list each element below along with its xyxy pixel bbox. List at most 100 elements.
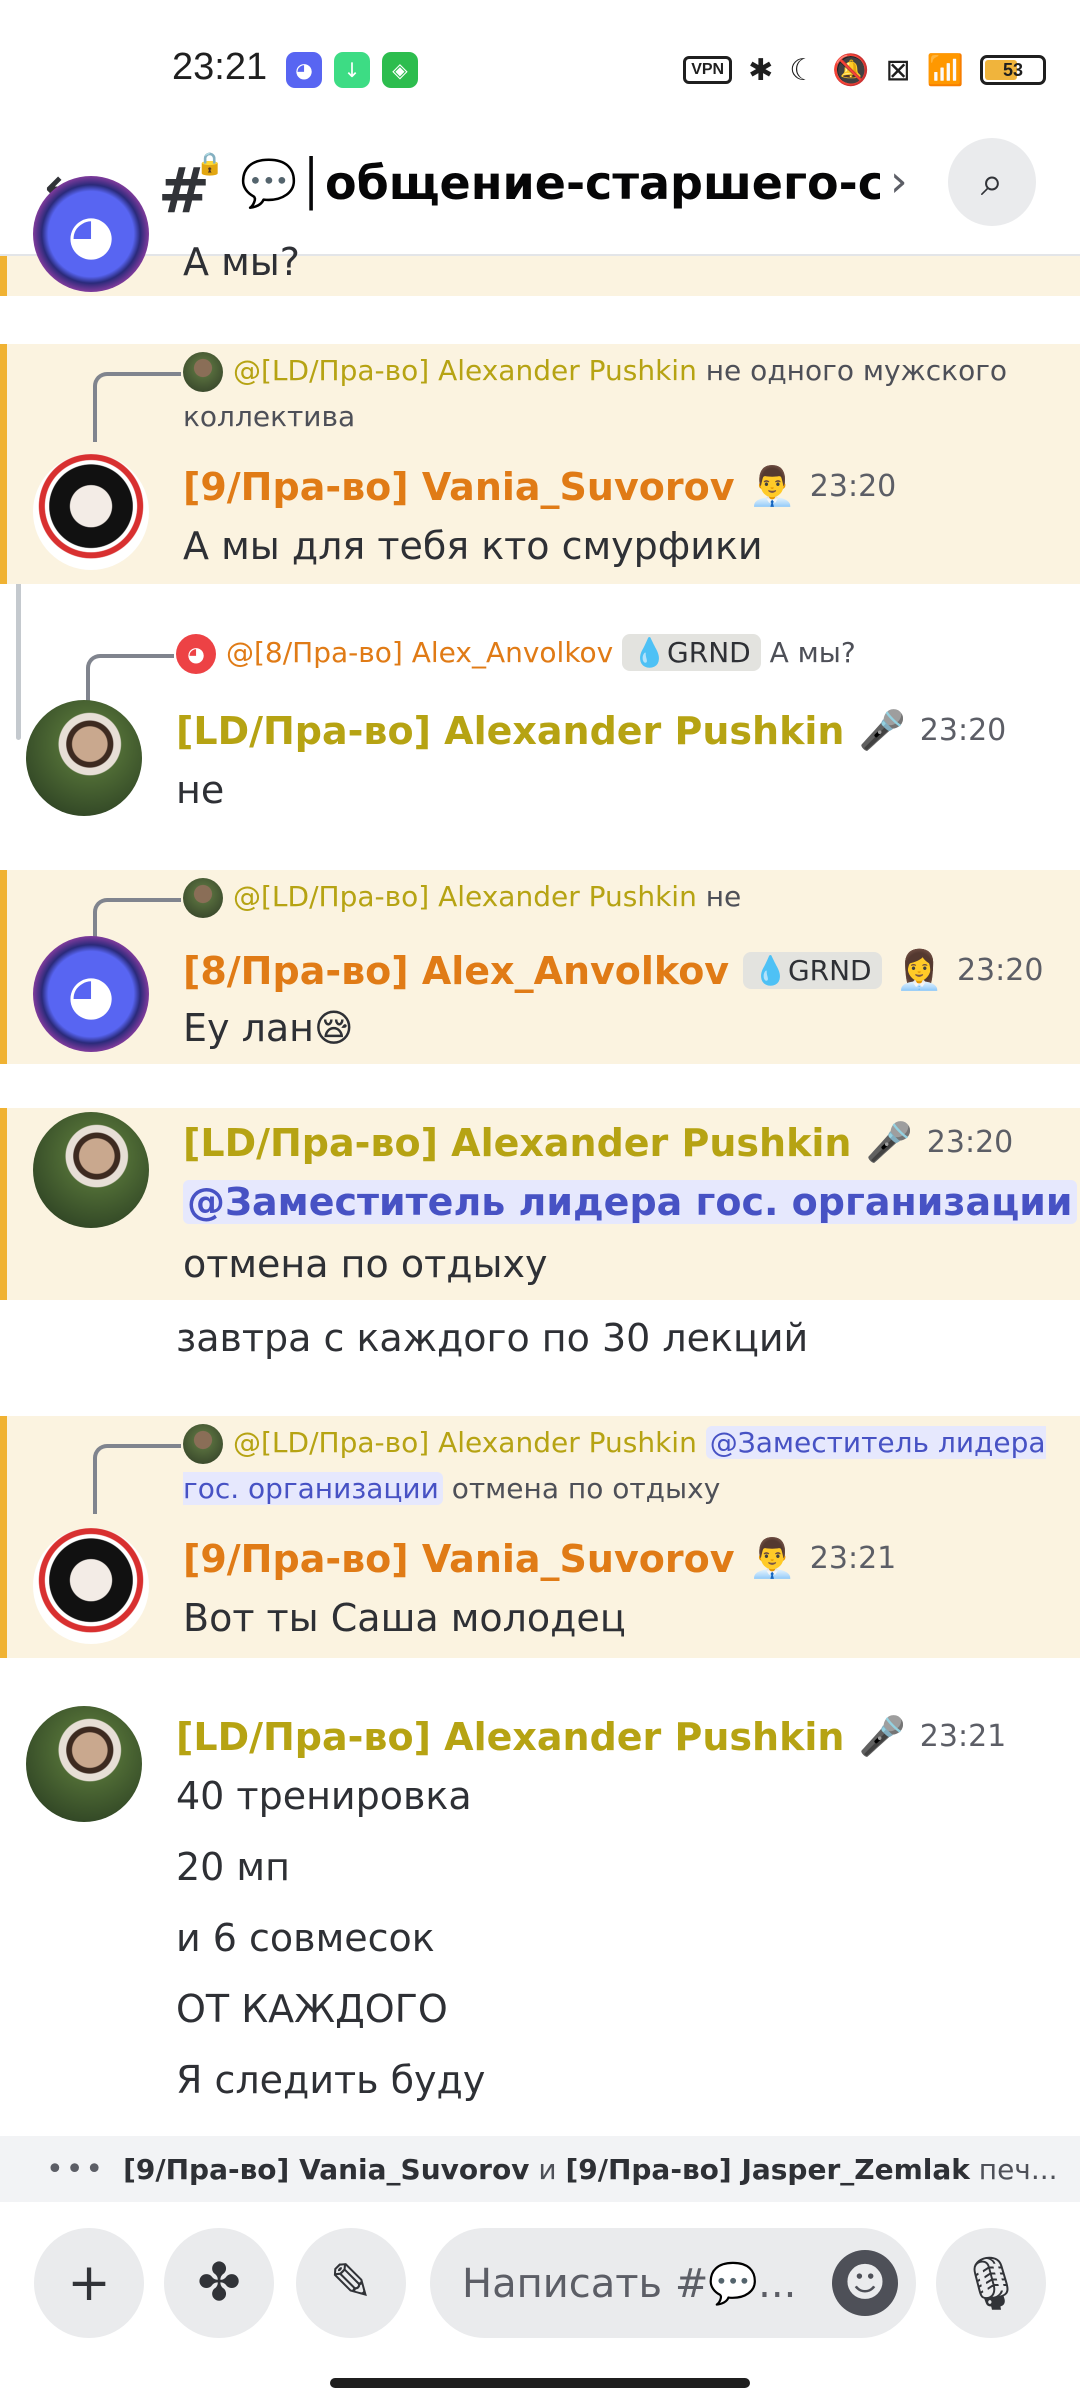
- author-line: [8/Пра-во] Alex_Anvolkov 💧GRND 👩‍💼 23:20: [183, 948, 1043, 993]
- message-content: Я следить буду: [176, 2058, 486, 2102]
- message-input[interactable]: Написать #💬... ☻: [430, 2228, 916, 2338]
- author-name[interactable]: [LD/Пра-во] Alexander Pushkin: [176, 1715, 844, 1759]
- message-content: А мы для тебя кто смурфики: [183, 524, 763, 568]
- reply-author: @[8/Пра-во] Alex_Anvolkov: [226, 636, 614, 669]
- voice-message-button[interactable]: 🎙: [936, 2228, 1046, 2338]
- reply-author: @[LD/Пра-во] Alexander Pushkin: [233, 1426, 697, 1459]
- author-name[interactable]: [9/Пра-во] Vania_Suvorov: [183, 1537, 734, 1581]
- search-icon: ⌕: [980, 159, 1004, 205]
- reply-avatar: [183, 352, 223, 392]
- message-input-placeholder: Написать #💬...: [462, 2260, 797, 2307]
- timestamp: 23:21: [809, 1541, 897, 1576]
- reply-text: А мы?: [769, 636, 856, 669]
- role-icon: 🎤: [858, 708, 906, 752]
- apps-button[interactable]: ✤: [164, 2228, 274, 2338]
- reply-preview[interactable]: @[LD/Пра-во] Alexander Pushkin не одного…: [183, 348, 1053, 440]
- typing-joiner: и: [538, 2152, 557, 2186]
- reply-text: не: [705, 880, 742, 913]
- reply-connector: [93, 1444, 181, 1514]
- author-line: [9/Пра-во] Vania_Suvorov 👨‍💼 23:20: [183, 464, 896, 509]
- message-partial[interactable]: ◕ А мы?: [0, 176, 1080, 296]
- message[interactable]: [LD/Пра-во] Alexander Pushkin 🎤 23:21 40…: [0, 1700, 1080, 2130]
- author-line: [LD/Пра-во] Alexander Pushkin 🎤 23:21: [176, 1714, 1006, 1759]
- role-icon: 👨‍💼: [748, 1536, 796, 1580]
- timestamp: 23:20: [956, 953, 1044, 988]
- microphone-icon: 🎙: [957, 2253, 1024, 2314]
- message[interactable]: ◕ @[8/Пра-во] Alex_Anvolkov 💧GRND А мы? […: [0, 628, 1080, 838]
- status-time: 23:21: [172, 46, 268, 88]
- chevron-right-icon[interactable]: ›: [890, 156, 908, 207]
- dnd-moon-icon: ☾: [789, 52, 817, 88]
- typing-dots-icon: •••: [46, 2151, 106, 2187]
- role-icon: 🎤: [858, 1714, 906, 1758]
- battery-icon: 53: [980, 55, 1046, 85]
- role-icon: 🎤: [865, 1120, 913, 1164]
- vpn-icon: VPN: [683, 56, 733, 84]
- bluetooth-icon: ✱: [748, 52, 774, 88]
- author-line: [9/Пра-во] Vania_Suvorov 👨‍💼 23:21: [183, 1536, 896, 1581]
- author-line: [LD/Пра-во] Alexander Pushkin 🎤 23:20: [183, 1120, 1013, 1165]
- message-content: 40 тренировка: [176, 1774, 472, 1818]
- message-content: не: [176, 768, 225, 812]
- message[interactable]: [LD/Пра-во] Alexander Pushkin 🎤 23:20 @З…: [0, 1108, 1080, 1300]
- reply-connector: [93, 372, 181, 442]
- grnd-tag: 💧GRND: [743, 952, 882, 989]
- typing-user: [9/Пра-во] Jasper_Zemlak: [565, 2152, 970, 2186]
- role-mention[interactable]: @Заместитель лидера гос. организации: [183, 1180, 1077, 1224]
- status-bar: 23:21 ◕ ↓ ◈ VPN ✱ ☾ 🔕 ⊠ 📶 53: [0, 0, 1080, 130]
- author-name[interactable]: [LD/Пра-во] Alexander Pushkin: [183, 1121, 851, 1165]
- message-content: Вот ты Саша молодец: [183, 1596, 626, 1640]
- avatar[interactable]: [33, 1528, 149, 1644]
- plus-icon: +: [67, 2253, 111, 2313]
- avatar-discord-icon[interactable]: ◕: [33, 936, 149, 1052]
- apps-icon: ✤: [197, 2253, 241, 2313]
- message[interactable]: @[LD/Пра-во] Alexander Pushkin @Заместит…: [0, 1416, 1080, 1658]
- message-content: А мы?: [183, 240, 300, 284]
- discord-notification-icon: ◕: [286, 52, 322, 88]
- app-notification-icon: ◈: [382, 52, 418, 88]
- timestamp: 23:20: [926, 1125, 1014, 1160]
- channel-header: ← 5 # 🔒 💬│общение-старшего-с... › ⌕: [0, 130, 1080, 256]
- typing-user: [9/Пра-во] Vania_Suvorov: [123, 2152, 530, 2186]
- reply-preview[interactable]: @[LD/Пра-во] Alexander Pushkin @Заместит…: [183, 1420, 1053, 1512]
- message-content: отмена по отдыху: [183, 1242, 548, 1286]
- reply-preview[interactable]: @[LD/Пра-во] Alexander Pushkin не: [183, 874, 1053, 920]
- lock-icon: 🔒: [196, 152, 224, 177]
- avatar[interactable]: [33, 1112, 149, 1228]
- reply-preview[interactable]: ◕ @[8/Пра-во] Alex_Anvolkov 💧GRND А мы?: [176, 630, 1046, 676]
- reply-avatar-discord-icon: ◕: [176, 634, 216, 674]
- message[interactable]: @[LD/Пра-во] Alexander Pushkin не ◕ [8/П…: [0, 870, 1080, 1064]
- timestamp: 23:20: [809, 469, 897, 504]
- message[interactable]: @[LD/Пра-во] Alexander Pushkin не одного…: [0, 344, 1080, 584]
- wifi-icon: 📶: [926, 52, 964, 88]
- typing-suffix: печ...: [978, 2152, 1058, 2186]
- search-button[interactable]: ⌕: [948, 138, 1036, 226]
- message-composer: + ✤ ✎ Написать #💬... ☻ 🎙: [0, 2202, 1080, 2400]
- author-line: [LD/Пра-во] Alexander Pushkin 🎤 23:20: [176, 708, 1006, 753]
- home-indicator[interactable]: [330, 2378, 750, 2388]
- avatar[interactable]: [33, 454, 149, 570]
- message-content: и 6 совмесок: [176, 1916, 435, 1960]
- message-content: 20 мп: [176, 1845, 290, 1889]
- avatar[interactable]: ◕: [33, 176, 149, 292]
- timestamp: 23:20: [919, 713, 1007, 748]
- reply-author: @[LD/Пра-во] Alexander Pushkin: [233, 354, 697, 387]
- channel-title[interactable]: 💬│общение-старшего-с...: [240, 156, 880, 211]
- gift-button[interactable]: ✎: [296, 2228, 406, 2338]
- avatar[interactable]: [26, 1706, 142, 1822]
- emoji-button[interactable]: ☻: [832, 2250, 898, 2316]
- author-name[interactable]: [8/Пра-во] Alex_Anvolkov: [183, 949, 729, 993]
- message-content: Еу лан😪: [183, 1006, 354, 1050]
- author-name[interactable]: [9/Пра-во] Vania_Suvorov: [183, 465, 734, 509]
- message-content: завтра с каждого по 30 лекций: [176, 1316, 809, 1360]
- emoji-icon: ☻: [844, 2260, 886, 2306]
- author-name[interactable]: [LD/Пра-во] Alexander Pushkin: [176, 709, 844, 753]
- role-icon: 👩‍💼: [895, 948, 943, 992]
- no-sim-icon: ⊠: [885, 52, 911, 88]
- download-notification-icon: ↓: [334, 52, 370, 88]
- message-content: ОТ КАЖДОГО: [176, 1987, 448, 2031]
- typing-indicator: ••• [9/Пра-во] Vania_Suvorov и [9/Пра-во…: [0, 2136, 1080, 2202]
- add-attachment-button[interactable]: +: [34, 2228, 144, 2338]
- gift-icon: ✎: [329, 2253, 373, 2313]
- avatar[interactable]: [26, 700, 142, 816]
